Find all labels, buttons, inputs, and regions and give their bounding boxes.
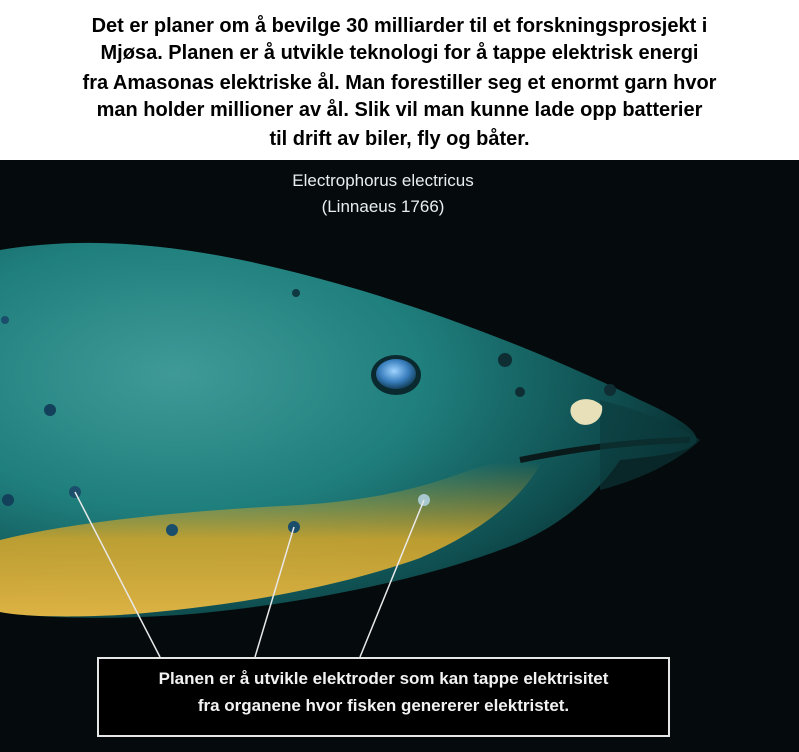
pore-dot xyxy=(1,316,9,324)
caption-line-1: Det er planer om å bevilge 30 milliarder… xyxy=(91,15,708,37)
pore-dot xyxy=(498,353,512,367)
pore-dot xyxy=(515,387,525,397)
electric-eel-photo: Electrophorus electricus (Linnaeus 1766)… xyxy=(0,160,799,752)
callout-line-2: fra organene hvor fisken genererer elekt… xyxy=(197,696,570,715)
caption-line-2: Mjøsa. Planen er å utvikle teknologi for… xyxy=(100,42,699,64)
pore-dot xyxy=(292,289,300,297)
callout-box: Planen er å utvikle elektroder som kan t… xyxy=(97,657,670,737)
caption-line-4: man holder millioner av ål. Slik vil man… xyxy=(96,99,703,121)
species-author: (Linnaeus 1766) xyxy=(321,197,445,216)
species-name: Electrophorus electricus xyxy=(292,171,474,190)
top-caption: Det er planer om å bevilge 30 milliarder… xyxy=(0,0,799,160)
caption-line-5: til drift av biler, fly og båter. xyxy=(269,128,530,150)
eel-eye xyxy=(376,359,416,389)
pore-dot xyxy=(44,404,56,416)
callout-line-1: Planen er å utvikle elektroder som kan t… xyxy=(158,669,609,688)
pore-dot xyxy=(166,524,178,536)
pore-dot xyxy=(2,494,14,506)
pore-dot xyxy=(604,384,616,396)
caption-line-3: fra Amasonas elektriske ål. Man forestil… xyxy=(82,72,717,94)
